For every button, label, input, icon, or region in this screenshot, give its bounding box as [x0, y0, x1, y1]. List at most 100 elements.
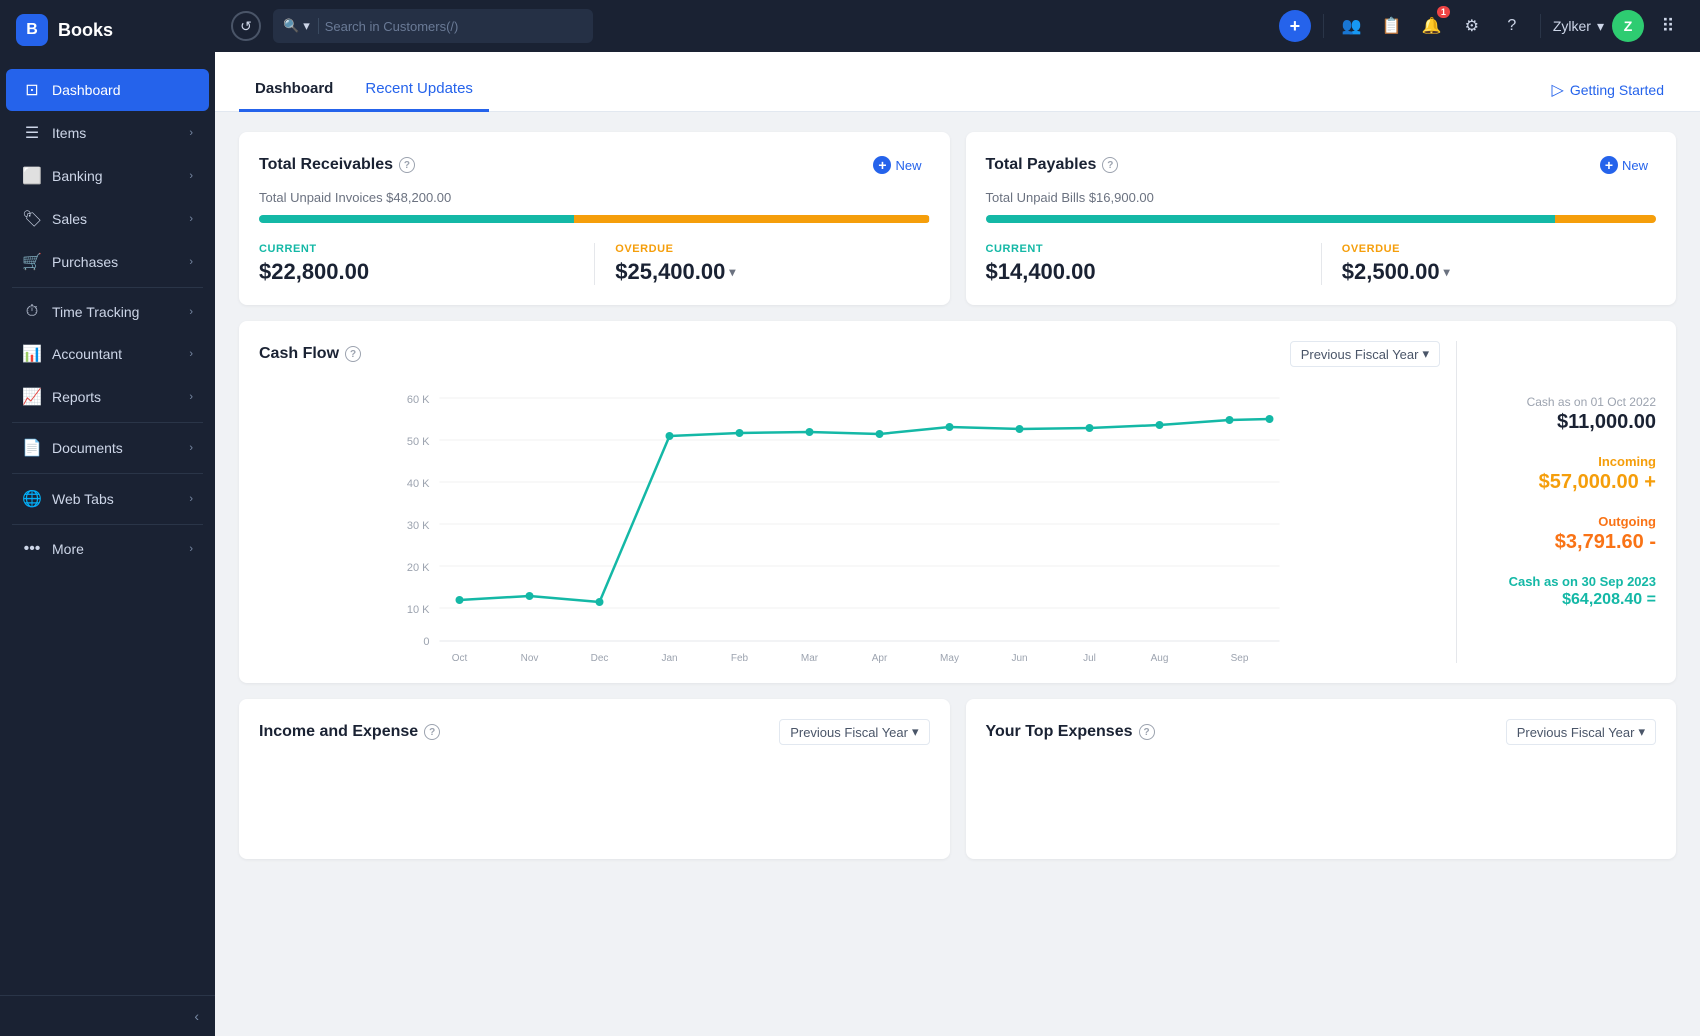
svg-text:20 K: 20 K [407, 562, 430, 574]
cashflow-card: Cash Flow ? Previous Fiscal Year ▾ 60 K … [239, 321, 1676, 683]
svg-text:Jul: Jul [1083, 653, 1096, 663]
overdue-chevron-icon[interactable]: ▾ [729, 265, 735, 279]
cashflow-info-icon[interactable]: ? [345, 346, 361, 362]
notifications-button[interactable]: 🔔 1 [1416, 10, 1448, 42]
add-new-button[interactable]: + [1279, 10, 1311, 42]
receivables-info-icon[interactable]: ? [399, 157, 415, 173]
sidebar-item-sales[interactable]: 🏷 Sales › [6, 198, 209, 240]
banking-icon: ⬜ [22, 166, 42, 186]
svg-text:Nov: Nov [521, 653, 539, 663]
tasks-button[interactable]: 📋 [1376, 10, 1408, 42]
outgoing-value: $3,791.60 - [1465, 531, 1656, 554]
search-input[interactable] [325, 19, 583, 34]
getting-started-button[interactable]: ▷ Getting Started [1540, 72, 1676, 108]
divider [12, 287, 203, 288]
svg-text:30 K: 30 K [407, 520, 430, 532]
sidebar-item-documents[interactable]: 📄 Documents › [6, 427, 209, 469]
notification-count: 1 [1437, 6, 1450, 18]
overdue-amount-section: OVERDUE $25,400.00 ▾ [594, 243, 929, 285]
main-area: ↺ 🔍 ▾ + 👥 📋 🔔 1 ⚙ ? Zylker ▾ [215, 0, 1700, 1036]
payables-info-icon[interactable]: ? [1102, 157, 1118, 173]
sidebar-header: B Books [0, 0, 215, 60]
sidebar-item-time-tracking[interactable]: ⏱ Time Tracking › [6, 292, 209, 332]
outgoing-label: Outgoing [1465, 514, 1656, 529]
income-expense-card: Income and Expense ? Previous Fiscal Yea… [239, 699, 950, 859]
top-expenses-period-select[interactable]: Previous Fiscal Year ▾ [1506, 719, 1656, 745]
cashflow-svg: 60 K 50 K 40 K 30 K 20 K 10 K 0 [259, 383, 1440, 663]
sidebar-item-label: Purchases [52, 254, 118, 270]
current-label: CURRENT [259, 243, 594, 255]
tab-dashboard[interactable]: Dashboard [239, 68, 349, 112]
overdue-segment [574, 215, 929, 223]
current-segment [986, 215, 1556, 223]
payables-new-button[interactable]: + New [1592, 152, 1656, 178]
contacts-button[interactable]: 👥 [1336, 10, 1368, 42]
tab-recent-updates[interactable]: Recent Updates [349, 68, 489, 112]
sidebar-item-more[interactable]: ••• More › [6, 529, 209, 569]
overdue-chevron-icon[interactable]: ▾ [1444, 265, 1450, 279]
sidebar-nav: ⊡ Dashboard ☰ Items › ⬜ Banking › 🏷 Sale… [0, 60, 215, 995]
cash-start-label: Cash as on 01 Oct 2022 [1465, 395, 1656, 409]
help-button[interactable]: ? [1496, 10, 1528, 42]
top-cards: Total Receivables ? + New Total Unpaid I… [239, 132, 1676, 305]
income-expense-info-icon[interactable]: ? [424, 724, 440, 740]
receivables-title: Total Receivables ? [259, 156, 415, 174]
search-filter-dropdown[interactable]: 🔍 ▾ [283, 18, 319, 34]
period-chevron-icon: ▾ [912, 724, 919, 740]
period-chevron-icon: ▾ [1638, 724, 1645, 740]
sidebar-item-label: Reports [52, 389, 101, 405]
chevron-right-icon: › [189, 127, 193, 139]
recent-activity-button[interactable]: ↺ [231, 11, 261, 41]
documents-icon: 📄 [22, 438, 42, 458]
sidebar-item-dashboard[interactable]: ⊡ Dashboard [6, 69, 209, 111]
sidebar-item-banking[interactable]: ⬜ Banking › [6, 155, 209, 197]
income-expense-period-select[interactable]: Previous Fiscal Year ▾ [779, 719, 929, 745]
dashboard-icon: ⊡ [22, 80, 42, 100]
sidebar-item-label: Accountant [52, 346, 122, 362]
collapse-sidebar-button[interactable]: ‹ [194, 1008, 199, 1024]
overdue-label: OVERDUE [615, 243, 929, 255]
sidebar-item-reports[interactable]: 📈 Reports › [6, 376, 209, 418]
svg-text:Sep: Sep [1231, 653, 1249, 663]
current-segment [259, 215, 574, 223]
sidebar-item-label: Dashboard [52, 82, 121, 98]
svg-text:May: May [940, 653, 959, 663]
settings-button[interactable]: ⚙ [1456, 10, 1488, 42]
sidebar-item-purchases[interactable]: 🛒 Purchases › [6, 241, 209, 283]
user-menu[interactable]: Zylker ▾ [1553, 18, 1604, 35]
svg-text:Apr: Apr [872, 653, 888, 663]
chevron-right-icon: › [189, 213, 193, 225]
chevron-right-icon: › [189, 256, 193, 268]
sales-icon: 🏷 [22, 209, 42, 229]
top-expenses-info-icon[interactable]: ? [1139, 724, 1155, 740]
payables-unpaid-label: Total Unpaid Bills $16,900.00 [986, 190, 1657, 205]
topbar-actions: + 👥 📋 🔔 1 ⚙ ? Zylker ▾ Z ⠿ [1279, 10, 1684, 42]
top-expenses-title: Your Top Expenses ? [986, 723, 1155, 741]
receivables-new-button[interactable]: + New [865, 152, 929, 178]
cash-as-on-end: Cash as on 30 Sep 2023 $64,208.40 = [1465, 574, 1656, 609]
search-icon: 🔍 [283, 18, 299, 34]
plus-icon: + [873, 156, 891, 174]
avatar[interactable]: Z [1612, 10, 1644, 42]
svg-text:Jun: Jun [1011, 653, 1027, 663]
sidebar-item-label: Time Tracking [52, 304, 139, 320]
overdue-amount-section: OVERDUE $2,500.00 ▾ [1321, 243, 1656, 285]
payables-header: Total Payables ? + New [986, 152, 1657, 178]
receivables-progress-bar [259, 215, 930, 223]
svg-text:Feb: Feb [731, 653, 749, 663]
cashflow-period-select[interactable]: Previous Fiscal Year ▾ [1290, 341, 1440, 367]
svg-text:Dec: Dec [591, 653, 609, 663]
current-value: $14,400.00 [986, 259, 1321, 285]
sidebar-item-accountant[interactable]: 📊 Accountant › [6, 333, 209, 375]
svg-text:Aug: Aug [1151, 653, 1169, 663]
app-logo: B [16, 14, 48, 46]
grid-menu-button[interactable]: ⠿ [1652, 10, 1684, 42]
svg-text:40 K: 40 K [407, 478, 430, 490]
separator [1323, 14, 1324, 38]
search-filter-label: ▾ [303, 18, 310, 34]
chevron-right-icon: › [189, 306, 193, 318]
sidebar-item-items[interactable]: ☰ Items › [6, 112, 209, 154]
chevron-right-icon: › [189, 442, 193, 454]
sidebar-item-web-tabs[interactable]: 🌐 Web Tabs › [6, 478, 209, 520]
topbar-header: ↺ 🔍 ▾ + 👥 📋 🔔 1 ⚙ ? Zylker ▾ [215, 0, 1700, 52]
